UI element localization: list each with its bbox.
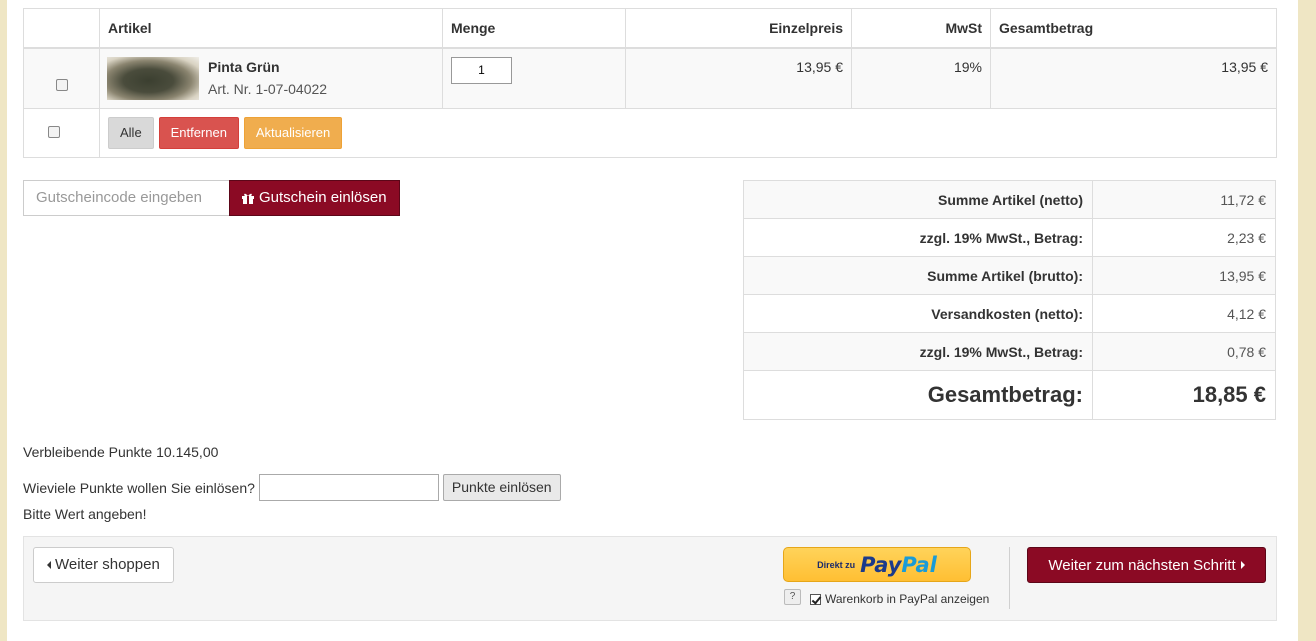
caret-right-icon	[1240, 561, 1245, 569]
remove-button[interactable]: Entfernen	[158, 117, 239, 149]
paypal-show-cart-option[interactable]: Warenkorb in PayPal anzeigen	[810, 592, 989, 606]
points-question: Wieviele Punkte wollen Sie einlösen?	[23, 479, 255, 496]
points-form: Wieviele Punkte wollen Sie einlösen? Pun…	[23, 474, 561, 501]
footer-divider	[1009, 547, 1010, 609]
paypal-show-cart-checkbox[interactable]	[810, 593, 821, 605]
totals-row-shipping-vat: zzgl. 19% MwSt., Betrag: 0,78 €	[743, 332, 1276, 371]
quantity-cell	[442, 47, 626, 109]
header-unit-price: Einzelpreis	[625, 8, 852, 49]
header-vat: MwSt	[851, 8, 991, 49]
product-name[interactable]: Pinta Grün	[208, 59, 327, 75]
unit-price: 13,95 €	[625, 47, 852, 109]
page: Artikel Menge Einzelpreis MwSt Gesamtbet…	[0, 0, 1298, 641]
row-select-cell	[23, 47, 100, 109]
product-art-nr: Art. Nr. 1-07-04022	[208, 80, 328, 97]
paypal-logo: PayPal	[860, 553, 937, 577]
cart-table: Artikel Menge Einzelpreis MwSt Gesamtbet…	[23, 8, 1277, 158]
totals-row-vat: zzgl. 19% MwSt., Betrag: 2,23 €	[743, 218, 1276, 257]
continue-shopping-label: Weiter shoppen	[55, 556, 160, 573]
totals-label: zzgl. 19% MwSt., Betrag:	[743, 332, 1093, 371]
voucher-input[interactable]: Gutscheincode eingeben	[23, 180, 229, 216]
header-quantity: Menge	[442, 8, 626, 49]
paypal-logo-pay: Pay	[860, 552, 902, 577]
select-all-button[interactable]: Alle	[108, 117, 154, 149]
totals-value: 2,23 €	[1092, 218, 1276, 257]
table-row: Pinta Grün Art. Nr. 1-07-04022 13,95 € 1…	[23, 47, 1277, 109]
totals-value: 13,95 €	[1092, 256, 1276, 295]
cart-actions-row: Alle Entfernen Aktualisieren	[23, 108, 1277, 158]
grand-total-value: 18,85 €	[1092, 370, 1276, 420]
totals-label: Summe Artikel (netto)	[743, 180, 1093, 219]
cart-header-row: Artikel Menge Einzelpreis MwSt Gesamtbet…	[23, 8, 1277, 49]
paypal-prefix: Direkt zu	[817, 559, 856, 570]
caret-left-icon	[47, 561, 51, 569]
quantity-input[interactable]	[451, 56, 512, 84]
yarn-skein-image[interactable]	[107, 56, 199, 100]
checkout-footer: Weiter shoppen Direkt zu PayPal ? Warenk…	[23, 536, 1277, 621]
totals-value: 0,78 €	[1092, 332, 1276, 371]
paypal-logo-pal: Pal	[901, 552, 937, 577]
paypal-help-button[interactable]: ?	[784, 589, 801, 605]
next-step-label: Weiter zum nächsten Schritt	[1048, 556, 1236, 574]
item-total: 13,95 €	[990, 47, 1277, 109]
grand-total-label: Gesamtbetrag:	[743, 370, 1093, 420]
select-all-cell	[23, 108, 100, 158]
totals-row-grand-total: Gesamtbetrag: 18,85 €	[743, 370, 1276, 420]
header-select	[23, 8, 100, 49]
select-all-checkbox[interactable]	[48, 126, 60, 138]
redeem-voucher-label: Gutschein einlösen	[259, 189, 387, 206]
order-totals-table: Summe Artikel (netto) 11,72 € zzgl. 19% …	[743, 180, 1276, 420]
actions-cell: Alle Entfernen Aktualisieren	[99, 108, 1277, 158]
points-hint: Bitte Wert angeben!	[23, 506, 147, 522]
vat-rate: 19%	[851, 47, 991, 109]
totals-label: Versandkosten (netto):	[743, 294, 1093, 333]
totals-label: zzgl. 19% MwSt., Betrag:	[743, 218, 1093, 257]
points-remaining: Verbleibende Punkte 10.145,00	[23, 444, 219, 460]
product-cell: Pinta Grün Art. Nr. 1-07-04022	[99, 47, 443, 109]
paypal-show-cart-label: Warenkorb in PayPal anzeigen	[825, 592, 990, 606]
update-button[interactable]: Aktualisieren	[243, 117, 343, 149]
voucher-form: Gutscheincode eingeben Gutschein einlöse…	[23, 180, 400, 216]
totals-row-shipping: Versandkosten (netto): 4,12 €	[743, 294, 1276, 333]
totals-value: 4,12 €	[1092, 294, 1276, 333]
next-step-button[interactable]: Weiter zum nächsten Schritt	[1027, 547, 1266, 583]
header-article: Artikel	[99, 8, 443, 49]
redeem-points-button[interactable]: Punkte einlösen	[442, 474, 561, 501]
continue-shopping-button[interactable]: Weiter shoppen	[33, 547, 174, 583]
totals-label: Summe Artikel (brutto):	[743, 256, 1093, 295]
gift-icon	[242, 192, 254, 204]
paypal-express-button[interactable]: Direkt zu PayPal	[783, 547, 971, 582]
header-total: Gesamtbetrag	[990, 8, 1277, 49]
totals-row-net: Summe Artikel (netto) 11,72 €	[743, 180, 1276, 219]
item-checkbox[interactable]	[55, 78, 68, 91]
totals-row-gross: Summe Artikel (brutto): 13,95 €	[743, 256, 1276, 295]
points-input[interactable]	[258, 474, 439, 501]
redeem-voucher-button[interactable]: Gutschein einlösen	[229, 180, 400, 216]
totals-value: 11,72 €	[1092, 180, 1276, 219]
